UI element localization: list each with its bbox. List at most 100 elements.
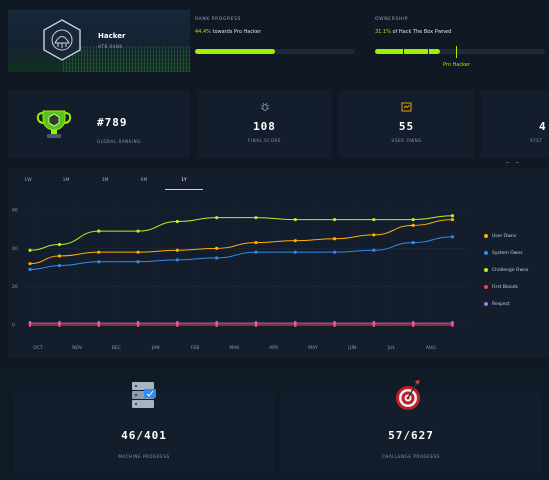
challenge-owns-point <box>450 214 455 218</box>
x-tick-label: APR <box>269 345 278 351</box>
rank-progress-text: 44.4% towards Pro Hacker <box>195 29 261 35</box>
legend-label[interactable]: Respect <box>492 302 510 307</box>
respect-point <box>254 321 258 326</box>
rank-progress-fill <box>195 49 276 54</box>
pro-hacker-marker-label: Pro Hacker <box>443 62 470 68</box>
tab-3m[interactable]: 3M <box>87 178 123 183</box>
x-tick-label: AUG <box>426 345 436 351</box>
legend-marker <box>484 302 488 306</box>
system-owns-card: 4 SYST <box>481 90 549 158</box>
system-owns-point <box>411 240 415 245</box>
user-owns-point <box>215 246 219 250</box>
challenge-owns-point <box>215 216 219 220</box>
ownership-label: OWNERSHIP <box>375 17 409 22</box>
challenge-owns-point <box>332 217 337 222</box>
system-owns-value: 4 <box>539 120 547 133</box>
respect-point <box>451 321 454 326</box>
legend-marker <box>484 234 488 238</box>
carousel-dot[interactable] <box>516 162 519 163</box>
rank-name: Hacker <box>98 32 126 40</box>
ownership-percent: 31.1% <box>375 29 391 35</box>
rank-card-background-pattern <box>63 46 190 72</box>
pro-hacker-marker <box>456 46 457 58</box>
ownership-segment-divider <box>428 49 429 54</box>
user-owns-label: USER OWNS <box>391 138 422 143</box>
challenge-owns-line <box>29 215 453 251</box>
x-tick-label: JUL <box>387 345 396 351</box>
legend-label[interactable]: First Bloods <box>492 285 518 290</box>
challenge-owns-point <box>136 229 140 233</box>
rank-progress-percent: 44.4% <box>195 29 211 35</box>
legend-marker <box>484 285 488 289</box>
active-tab-indicator <box>165 189 203 190</box>
respect-point <box>333 321 336 326</box>
y-tick-label: 60 <box>12 208 18 214</box>
y-tick-label: 0 <box>12 323 15 329</box>
user-owns-point <box>97 250 101 254</box>
bug-icon <box>260 102 270 111</box>
final-score-label: FINAL SCORE <box>247 138 282 143</box>
system-owns-point <box>332 250 337 254</box>
challenge-progress-value: 57/627 <box>388 429 434 442</box>
target-challenge-icon <box>396 380 420 410</box>
challenge-progress-label: CHALLENGE PROGRESS <box>381 454 441 459</box>
rank-card <box>8 10 190 72</box>
rank-subtitle: HTB RANK <box>98 44 123 49</box>
respect-point <box>97 321 100 326</box>
user-owns-point <box>332 237 337 241</box>
y-tick-label: 40 <box>12 246 18 252</box>
system-owns-point <box>28 267 32 272</box>
activity-line-chart: 0 20 40 60 OCT NOV DEC JAN FEB MAR APR MAY JUN JUL AUG <box>12 205 465 351</box>
tab-1m[interactable]: 1M <box>48 178 84 183</box>
x-tick-label: NOV <box>72 345 83 351</box>
user-owns-line <box>29 219 453 265</box>
respect-point <box>215 321 218 326</box>
system-owns-point <box>97 260 101 264</box>
trophy-icon <box>36 110 72 138</box>
x-tick-label: JUN <box>347 345 356 351</box>
user-owns-point <box>57 254 62 258</box>
legend-label[interactable]: Challenge Owns <box>492 268 528 273</box>
x-tick-label: MAY <box>308 345 318 351</box>
system-owns-point <box>136 260 140 264</box>
user-owns-point <box>450 217 455 222</box>
user-owns-value: 55 <box>398 120 415 133</box>
system-owns-point <box>215 256 219 260</box>
tab-1y[interactable]: 1Y <box>166 178 202 183</box>
user-owns-icon <box>401 102 412 112</box>
tab-6m[interactable]: 6M <box>126 178 162 183</box>
user-owns-point <box>254 240 258 245</box>
user-owns-point <box>411 223 415 227</box>
legend-marker <box>484 251 488 255</box>
server-machine-icon <box>132 382 156 408</box>
carousel-dot[interactable] <box>506 162 509 163</box>
tab-1w[interactable]: 1W <box>10 178 46 183</box>
system-owns-point <box>293 250 297 254</box>
system-owns-label: SYST <box>530 138 543 143</box>
global-ranking-value: #789 <box>97 116 128 129</box>
rank-progress-description: towards Pro Hacker <box>210 29 261 35</box>
x-tick-label: OCT <box>33 345 43 351</box>
user-owns-card: 55 USER OWNS <box>339 90 474 158</box>
system-owns-point <box>450 235 455 239</box>
user-owns-point <box>293 239 297 243</box>
rank-progress-label: RANK PROGRESS <box>195 17 242 22</box>
machine-progress-value: 46/401 <box>121 429 167 442</box>
challenge-owns-point <box>411 217 415 222</box>
ownership-bar <box>375 49 545 54</box>
user-owns-point <box>175 248 179 252</box>
respect-point <box>136 321 140 326</box>
ownership-text: 31.1% of Hack The Box Pwned <box>375 29 451 35</box>
respect-point <box>28 321 32 326</box>
challenge-owns-point <box>254 216 258 220</box>
legend-label[interactable]: User Owns <box>492 234 516 239</box>
respect-point <box>294 321 297 326</box>
ownership-fill <box>375 49 440 54</box>
respect-point <box>372 321 376 326</box>
challenge-owns-point <box>28 248 32 252</box>
x-tick-label: JAN <box>151 345 160 351</box>
rank-progress-bar <box>195 49 355 54</box>
legend-label[interactable]: System Owns <box>492 251 523 256</box>
challenge-owns-point <box>97 229 101 233</box>
respect-point <box>411 321 415 326</box>
